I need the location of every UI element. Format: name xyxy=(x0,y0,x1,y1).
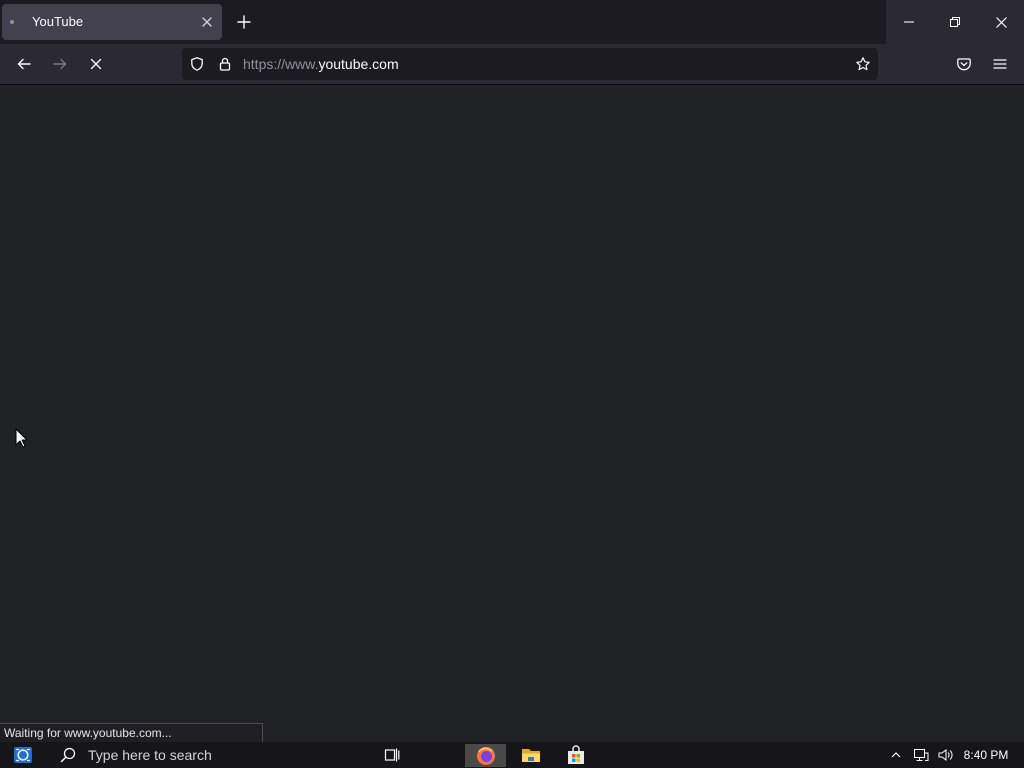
lock-icon[interactable] xyxy=(217,56,233,72)
navigation-toolbar: https://www.youtube.com xyxy=(0,44,1024,84)
taskbar-file-explorer[interactable] xyxy=(511,742,551,768)
page-viewport xyxy=(0,85,1024,742)
tab-strip: YouTube xyxy=(0,0,1024,44)
taskbar-microsoft-store[interactable] xyxy=(556,742,596,768)
pocket-button[interactable] xyxy=(948,48,980,80)
bookmark-star-icon[interactable] xyxy=(855,56,871,72)
plus-icon xyxy=(237,15,251,29)
tracking-shield-icon[interactable] xyxy=(189,56,205,72)
close-icon xyxy=(995,16,1007,28)
network-icon xyxy=(914,749,929,761)
file-explorer-icon xyxy=(522,749,540,762)
volume-button[interactable] xyxy=(934,742,956,768)
search-icon xyxy=(60,747,76,763)
start-icon xyxy=(14,747,32,763)
task-view-icon xyxy=(384,748,400,762)
firefox-icon xyxy=(476,746,495,765)
search-input[interactable] xyxy=(84,742,342,768)
tab-close-icon[interactable] xyxy=(199,14,215,30)
network-button[interactable] xyxy=(910,742,932,768)
taskbar-firefox[interactable] xyxy=(465,744,506,767)
taskbar-clock[interactable]: 8:40 PM xyxy=(960,742,1012,768)
taskbar-search-box[interactable] xyxy=(46,742,346,768)
show-hidden-icons-button[interactable] xyxy=(886,742,906,768)
restore-button[interactable] xyxy=(932,0,978,44)
back-button[interactable] xyxy=(8,48,40,80)
url-text[interactable]: https://www.youtube.com xyxy=(243,48,399,80)
minimize-icon xyxy=(904,21,914,23)
pocket-icon xyxy=(957,58,971,71)
status-panel: Waiting for www.youtube.com... xyxy=(0,723,263,742)
back-arrow-icon xyxy=(17,58,31,70)
url-prefix: https://www. xyxy=(243,56,319,72)
minimize-button[interactable] xyxy=(886,0,932,44)
chevron-up-icon xyxy=(891,752,901,758)
url-domain: youtube.com xyxy=(318,56,399,72)
hamburger-menu-icon xyxy=(993,59,1007,69)
tab-title: YouTube xyxy=(32,14,84,29)
window-controls xyxy=(886,0,1024,44)
forward-arrow-icon xyxy=(53,58,67,70)
tab-youtube[interactable]: YouTube xyxy=(2,4,222,40)
task-view-button[interactable] xyxy=(372,742,412,768)
loading-dot-icon xyxy=(10,20,14,24)
new-tab-button[interactable] xyxy=(232,10,256,34)
address-bar[interactable]: https://www.youtube.com xyxy=(182,48,878,80)
stop-button[interactable] xyxy=(80,48,112,80)
mouse-cursor-icon xyxy=(15,428,28,448)
start-button[interactable] xyxy=(3,742,43,768)
volume-icon xyxy=(938,749,953,761)
restore-icon xyxy=(950,17,960,27)
forward-button[interactable] xyxy=(44,48,76,80)
app-menu-button[interactable] xyxy=(984,48,1016,80)
close-window-button[interactable] xyxy=(978,0,1024,44)
taskbar: 8:40 PM xyxy=(0,742,1024,768)
microsoft-store-icon xyxy=(568,745,584,764)
stop-icon xyxy=(90,58,102,70)
